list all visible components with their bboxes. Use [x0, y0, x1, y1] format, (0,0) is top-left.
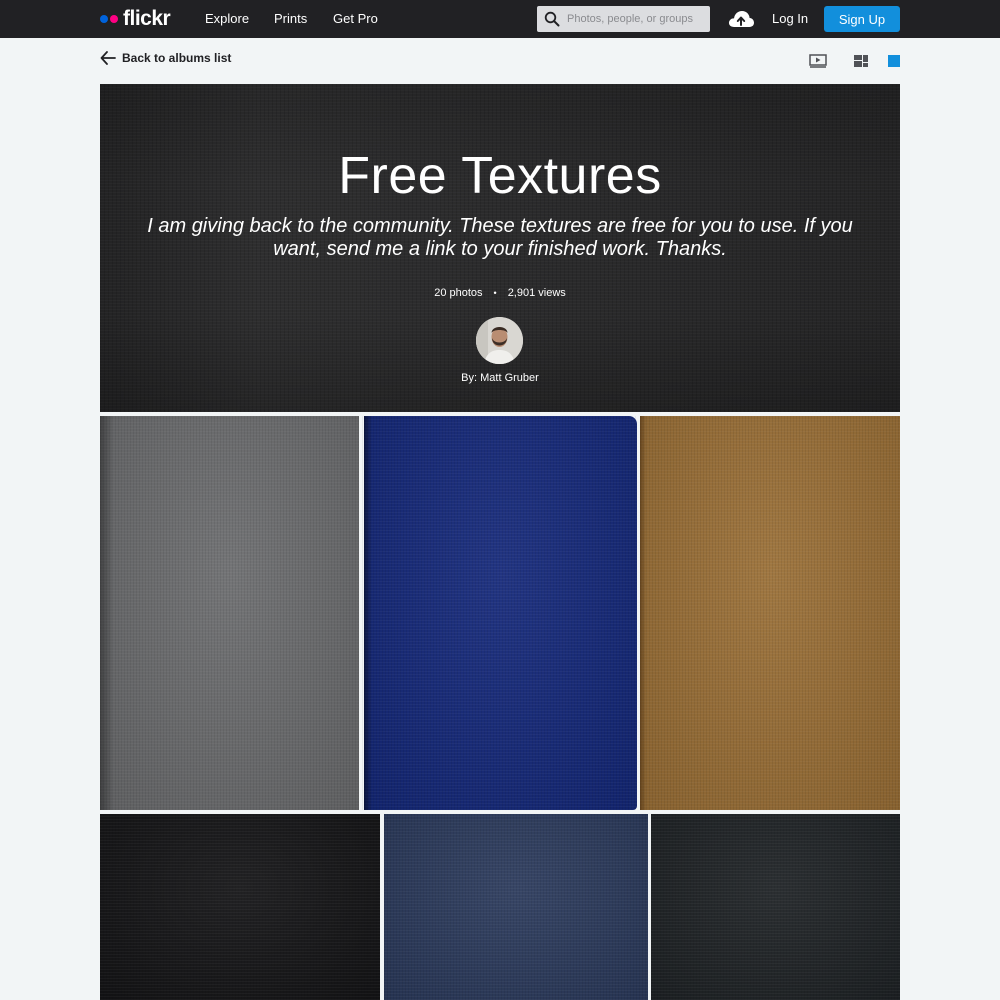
book-spine-shadow [640, 416, 646, 810]
album-description: I am giving back to the community. These… [147, 215, 853, 260]
search-icon[interactable] [537, 6, 567, 32]
single-view-icon[interactable] [884, 52, 904, 70]
photo-tile[interactable] [100, 416, 359, 810]
slideshow-icon[interactable] [808, 52, 828, 70]
photo-navy-cloth [384, 814, 648, 1000]
top-navigation-bar: flickr Explore Prints Get Pro Log In Sig… [0, 0, 1000, 38]
album-author[interactable]: By: Matt Gruber [100, 372, 900, 384]
logo-text: flickr [123, 7, 171, 30]
photo-tile[interactable] [100, 814, 380, 1000]
flickr-logo[interactable]: flickr [100, 6, 171, 32]
photo-blue-cloth [364, 416, 637, 810]
album-hero: Free Textures I am giving back to the co… [100, 84, 900, 412]
nav-link-explore[interactable]: Explore [205, 11, 249, 26]
logo-pink-dot [110, 15, 118, 23]
arrow-left-icon [100, 51, 116, 65]
photo-tile[interactable] [651, 814, 900, 1000]
nav-link-get-pro[interactable]: Get Pro [333, 11, 378, 26]
view-count: 2,901 views [507, 287, 566, 299]
photo-count: 20 photos [434, 287, 483, 299]
book-spine-shadow [100, 416, 112, 810]
nav-link-prints[interactable]: Prints [274, 11, 307, 26]
album-title: Free Textures [338, 147, 662, 205]
search-input[interactable] [567, 13, 707, 25]
back-label: Back to albums list [122, 51, 232, 65]
photo-black-linen [100, 814, 380, 1000]
logo-blue-dot [100, 15, 108, 23]
photo-tile[interactable] [362, 416, 637, 810]
back-to-albums-link[interactable]: Back to albums list [100, 51, 231, 65]
login-link[interactable]: Log In [772, 11, 808, 26]
grid-view-icon[interactable] [851, 52, 871, 70]
signup-button[interactable]: Sign Up [824, 6, 900, 32]
search-box[interactable] [537, 6, 710, 32]
photo-tile[interactable] [384, 814, 648, 1000]
photo-tan-cloth [640, 416, 900, 810]
photo-tile[interactable] [640, 416, 900, 810]
photo-dark-scratched [651, 814, 900, 1000]
photo-gray-linen [100, 416, 359, 810]
avatar[interactable] [476, 317, 523, 364]
album-stats: 20 photos • 2,901 views [100, 287, 900, 299]
stats-separator: • [493, 288, 497, 298]
book-spine-shadow [364, 416, 372, 810]
cloud-upload-icon[interactable] [727, 8, 755, 30]
